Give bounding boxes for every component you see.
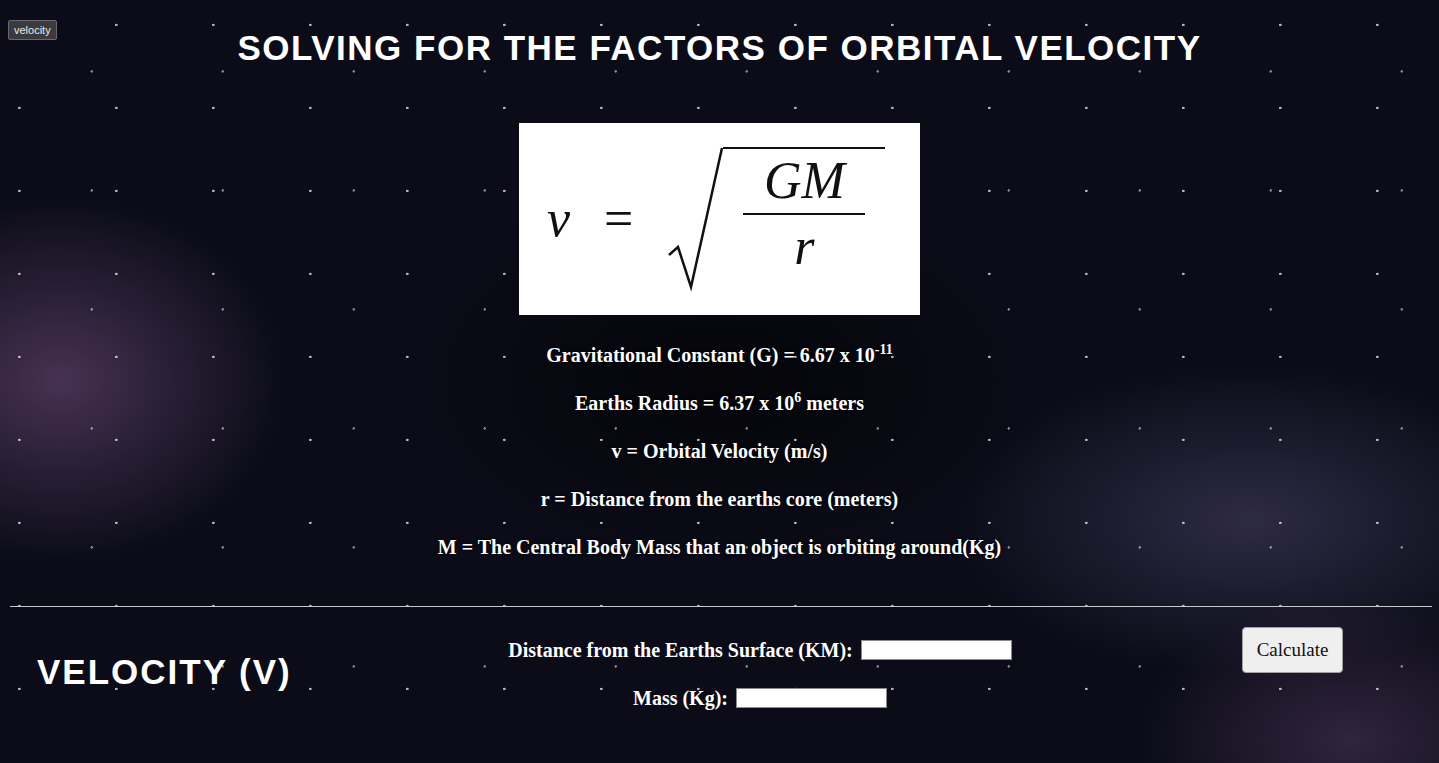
square-root: GMr bbox=[667, 147, 885, 291]
fraction-bar bbox=[743, 213, 865, 215]
page-title: SOLVING FOR THE FACTORS OF ORBITAL VELOC… bbox=[237, 28, 1201, 68]
fraction: GMr bbox=[723, 147, 885, 291]
page: velocity SOLVING FOR THE FACTORS OF ORBIT… bbox=[0, 0, 1439, 763]
formula-box: v = GMr bbox=[519, 123, 920, 315]
exponent: -11 bbox=[875, 342, 893, 357]
field-label: Distance from the Earths Surface (KM): bbox=[508, 638, 853, 662]
definition-list: Gravitational Constant (G) = 6.67 x 10-1… bbox=[438, 343, 1001, 559]
definition-line: Earths Radius = 6.37 x 106 meters bbox=[575, 391, 864, 415]
text-input[interactable] bbox=[736, 688, 887, 708]
page-badge: velocity bbox=[8, 20, 57, 40]
field-label: Mass (Kg): bbox=[633, 686, 728, 710]
definition-line: v = Orbital Velocity (m/s) bbox=[612, 439, 828, 463]
formula-lhs: v bbox=[547, 189, 570, 249]
field-row: Mass (Kg): bbox=[633, 686, 887, 710]
fraction-numerator: GM bbox=[764, 149, 845, 213]
text-input[interactable] bbox=[861, 640, 1012, 660]
definition-line: Gravitational Constant (G) = 6.67 x 10-1… bbox=[546, 343, 893, 367]
calculator: VELOCITY (V)Distance from the Earths Sur… bbox=[0, 607, 1439, 763]
formula-equals: = bbox=[604, 189, 633, 249]
exponent: 6 bbox=[794, 390, 801, 405]
fraction-denominator: r bbox=[794, 215, 814, 279]
calculator-heading: VELOCITY (V) bbox=[0, 652, 470, 692]
calculate-button[interactable]: Calculate bbox=[1242, 627, 1343, 673]
field-row: Distance from the Earths Surface (KM): bbox=[508, 638, 1012, 662]
definition-line: r = Distance from the earths core (meter… bbox=[541, 487, 898, 511]
calculator-form: Distance from the Earths Surface (KM): Ma… bbox=[470, 607, 1050, 710]
radical-icon bbox=[667, 147, 723, 291]
divider bbox=[10, 606, 1432, 607]
definition-line: M = The Central Body Mass that an object… bbox=[438, 535, 1001, 559]
